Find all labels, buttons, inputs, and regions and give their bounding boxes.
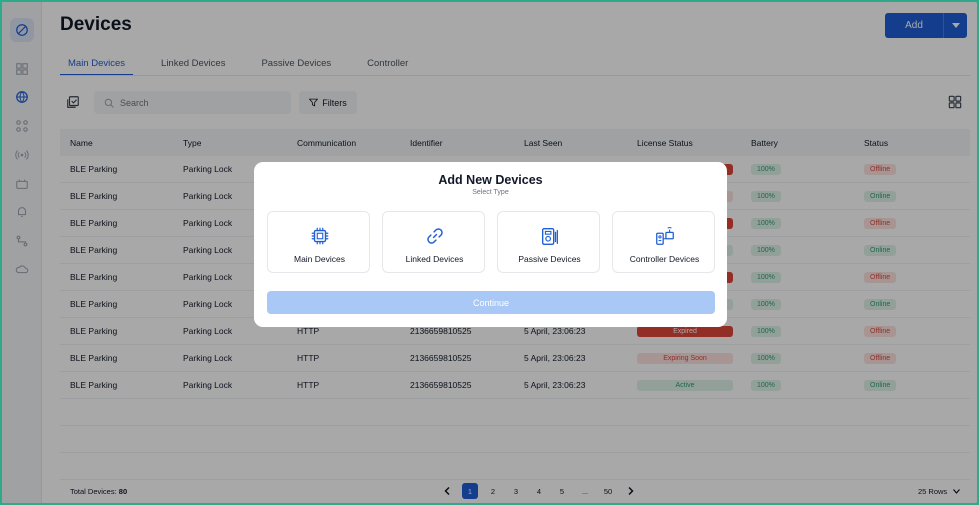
controller-icon (655, 226, 674, 245)
chip-icon (311, 227, 328, 245)
app-frame: Devices Add Main Devices Linked Devices … (2, 2, 977, 503)
modal-title: Add New Devices (438, 173, 543, 187)
option-passive-devices[interactable]: Passive Devices (497, 211, 600, 273)
continue-button[interactable]: Continue (267, 291, 715, 314)
option-main-devices-label: Main Devices (293, 254, 346, 264)
option-controller-devices-label: Controller Devices (629, 254, 700, 264)
link-icon (426, 228, 443, 244)
modal-subtitle: Select Type (472, 189, 509, 196)
option-passive-devices-label: Passive Devices (518, 254, 581, 264)
passive-device-icon (541, 227, 558, 245)
option-linked-devices-label: Linked Devices (405, 254, 464, 264)
option-controller-devices[interactable]: Controller Devices (612, 211, 715, 273)
add-devices-modal: Add New Devices Select Type Main Devices… (254, 162, 727, 327)
option-linked-devices[interactable]: Linked Devices (382, 211, 485, 273)
option-main-devices[interactable]: Main Devices (267, 211, 370, 273)
